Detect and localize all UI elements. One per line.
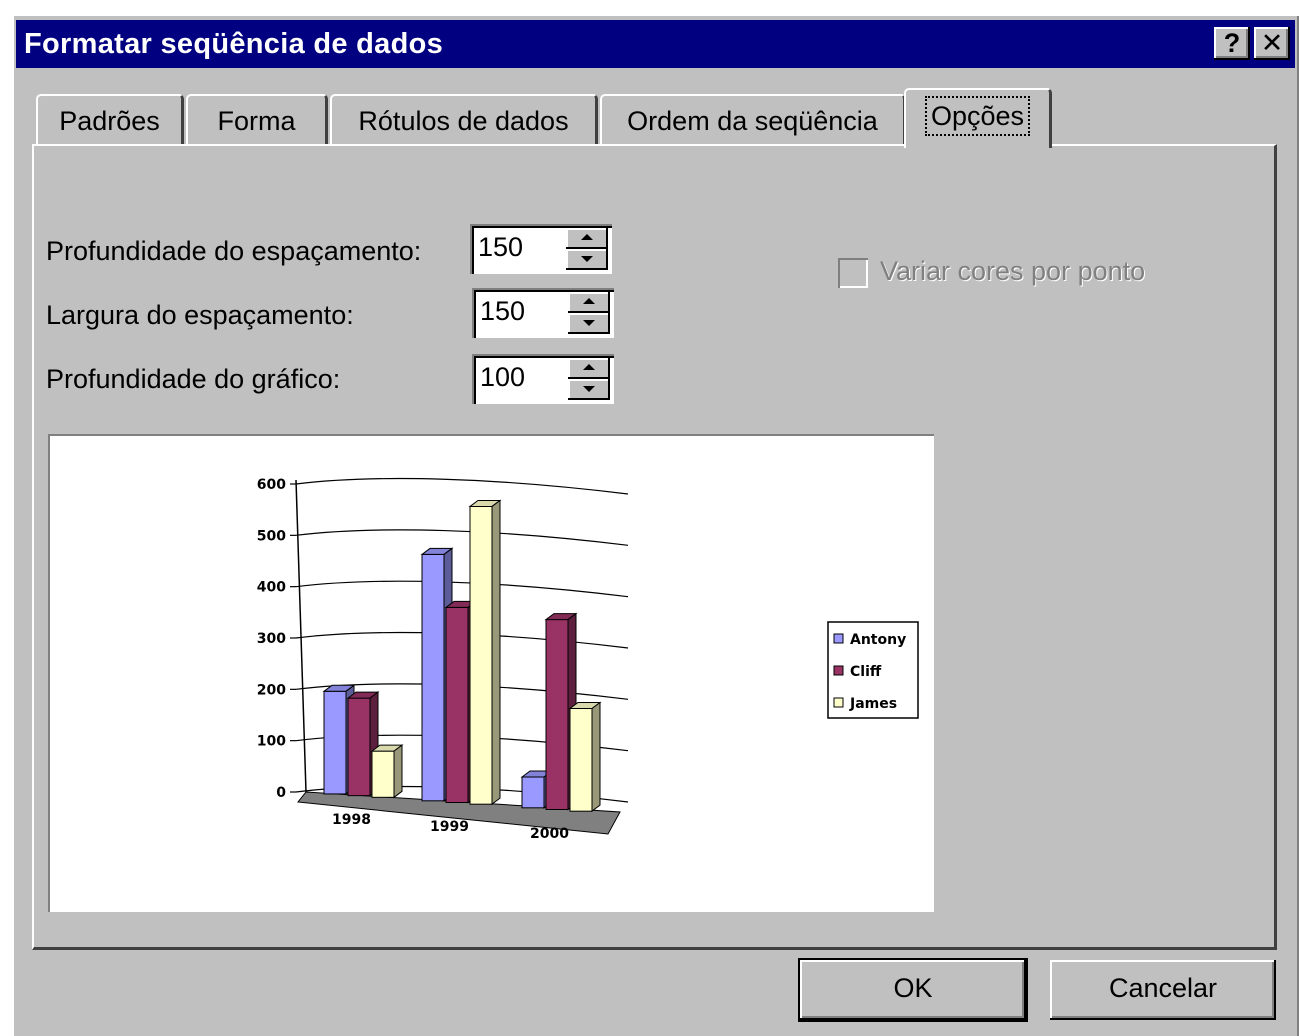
gap-depth-up-arrow-icon[interactable] bbox=[566, 228, 608, 249]
ok-button[interactable]: OK bbox=[800, 960, 1026, 1020]
tab-shape[interactable]: Forma bbox=[186, 94, 328, 146]
legend-label: Antony bbox=[850, 632, 906, 648]
bar bbox=[323, 690, 347, 795]
format-data-series-dialog: Formatar seqüência de dados ? ✕ Padrões … bbox=[12, 14, 1299, 1036]
y-tick-label: 200 bbox=[257, 682, 286, 698]
gridline bbox=[295, 529, 629, 546]
legend-swatch bbox=[833, 697, 844, 708]
tab-options[interactable]: Opções bbox=[904, 88, 1052, 148]
chart-depth-value[interactable]: 100 bbox=[480, 362, 525, 393]
legend-label: James bbox=[849, 696, 897, 712]
gap-depth-spinner[interactable]: 150 bbox=[470, 224, 612, 274]
chart-depth-label: Profundidade do gráfico: bbox=[46, 364, 341, 394]
gridline bbox=[295, 580, 629, 598]
chart-depth-spinner[interactable]: 100 bbox=[472, 354, 614, 404]
dialog-title: Formatar seqüência de dados bbox=[24, 28, 444, 60]
y-tick-label: 0 bbox=[276, 785, 286, 801]
title-bar: Formatar seqüência de dados ? ✕ bbox=[16, 20, 1295, 68]
tab-data-labels[interactable]: Rótulos de dados bbox=[330, 94, 598, 146]
options-panel: Profundidade do espaçamento: 150 Largura… bbox=[32, 144, 1277, 950]
vary-colors-label: Variar cores por ponto bbox=[880, 256, 1146, 286]
chart-preview-svg: 0 100 200 300 400 500 600 1998 1999 2000 Antony Cli… bbox=[257, 477, 919, 842]
y-tick-label: 500 bbox=[257, 528, 286, 544]
chart-depth-up-arrow-icon[interactable] bbox=[568, 358, 610, 379]
y-axis bbox=[295, 479, 307, 793]
gap-width-value[interactable]: 150 bbox=[480, 296, 525, 327]
bar bbox=[569, 708, 593, 812]
bar bbox=[521, 776, 545, 809]
y-tick-label: 100 bbox=[257, 734, 286, 750]
legend-swatch bbox=[833, 665, 844, 676]
tab-options-label: Opções bbox=[924, 96, 1031, 136]
gap-depth-label: Profundidade do espaçamento: bbox=[46, 236, 422, 266]
chart-preview: 0 100 200 300 400 500 600 1998 1999 2000 Antony Cli… bbox=[48, 434, 934, 912]
tab-patterns[interactable]: Padrões bbox=[36, 94, 184, 146]
legend-swatch bbox=[833, 633, 844, 644]
x-tick-label: 2000 bbox=[530, 826, 569, 842]
gap-depth-down-arrow-icon[interactable] bbox=[566, 249, 608, 270]
gridline bbox=[295, 477, 629, 495]
gap-width-label: Largura do espaçamento: bbox=[46, 300, 354, 330]
bar bbox=[371, 750, 395, 798]
x-tick-label: 1999 bbox=[430, 819, 469, 835]
bar-side bbox=[591, 701, 601, 813]
bar-side bbox=[393, 744, 403, 799]
y-tick-label: 600 bbox=[257, 477, 286, 493]
x-tick-label: 1998 bbox=[332, 812, 371, 828]
legend-label: Cliff bbox=[850, 664, 882, 680]
vary-colors-checkbox[interactable] bbox=[838, 258, 868, 288]
gap-depth-value[interactable]: 150 bbox=[478, 232, 523, 263]
gap-width-up-arrow-icon[interactable] bbox=[568, 292, 610, 313]
close-button[interactable]: ✕ bbox=[1254, 27, 1290, 60]
cancel-button[interactable]: Cancelar bbox=[1050, 960, 1276, 1020]
y-tick-label: 300 bbox=[257, 631, 286, 647]
bar bbox=[545, 619, 569, 810]
bar bbox=[469, 505, 493, 805]
chart-depth-down-arrow-icon[interactable] bbox=[568, 379, 610, 400]
bar-side bbox=[491, 499, 501, 806]
y-tick-label: 400 bbox=[257, 580, 286, 596]
gap-width-down-arrow-icon[interactable] bbox=[568, 313, 610, 334]
bar bbox=[445, 606, 469, 803]
help-button[interactable]: ? bbox=[1214, 27, 1250, 60]
gap-width-spinner[interactable]: 150 bbox=[472, 288, 614, 338]
bar bbox=[421, 553, 445, 802]
bar bbox=[347, 697, 371, 797]
tab-series-order[interactable]: Ordem da seqüência bbox=[600, 94, 906, 146]
